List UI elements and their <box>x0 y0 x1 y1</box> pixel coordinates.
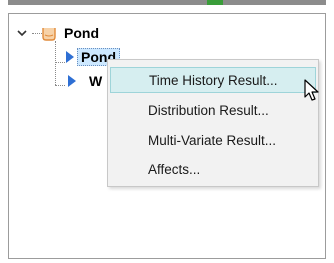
menu-item-label: Multi-Variate Result... <box>148 132 277 148</box>
top-strip <box>0 0 334 7</box>
chevron-down-icon[interactable] <box>15 26 29 40</box>
triangle-right-icon <box>65 50 75 64</box>
top-strip-bar <box>8 0 326 5</box>
menu-item-multi-variate-result[interactable]: Multi-Variate Result... <box>110 127 316 153</box>
pointer-cursor-icon <box>304 79 320 106</box>
triangle-right-icon <box>67 74 77 88</box>
menu-item-distribution-result[interactable]: Distribution Result... <box>110 97 316 123</box>
menu-item-label: Time History Result... <box>149 72 278 88</box>
tree-connector <box>55 62 65 63</box>
context-menu: Time History Result... Distribution Resu… <box>107 59 319 187</box>
tree-connector <box>55 85 65 86</box>
pond-container-icon <box>41 25 57 41</box>
menu-item-label: Affects... <box>148 161 201 177</box>
menu-item-time-history-result[interactable]: Time History Result... <box>110 67 316 93</box>
top-strip-accent <box>207 0 223 5</box>
tree-node-child-w-label: W <box>89 73 103 89</box>
menu-item-affects[interactable]: Affects... <box>110 156 316 182</box>
tree-connector <box>55 41 56 85</box>
menu-item-label: Distribution Result... <box>148 102 269 118</box>
tree-node-child-w[interactable]: W <box>67 70 102 92</box>
tree-node-root-label: Pond <box>64 25 99 41</box>
tree-node-root[interactable]: Pond <box>15 22 99 44</box>
